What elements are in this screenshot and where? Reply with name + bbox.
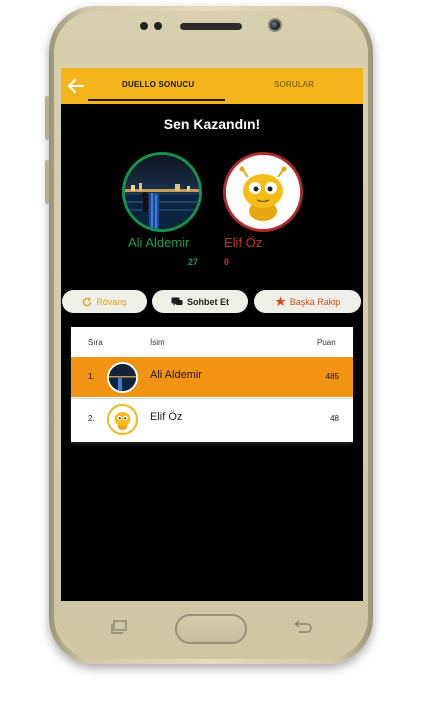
- tab-duello-sonucu[interactable]: DUELLO SONUCU: [122, 80, 194, 89]
- earpiece-speaker: [180, 23, 242, 30]
- baska-rakip-button[interactable]: Başka Rakip: [254, 290, 361, 313]
- row-score: 48: [330, 414, 339, 423]
- sohbet-label: Sohbet Et: [187, 296, 229, 307]
- player1-avatar[interactable]: [122, 152, 202, 232]
- row-avatar: [107, 362, 138, 393]
- row-rank: 2.: [88, 414, 95, 423]
- arrow-left-icon[interactable]: [65, 75, 87, 97]
- player1-score: 27: [188, 257, 199, 267]
- app-screen: DUELLO SONUCU SORULAR Sen Kazandın! Ali …: [61, 68, 363, 601]
- row-avatar: [107, 404, 138, 435]
- player2-score: 0: [224, 257, 230, 267]
- top-tab-bar: DUELLO SONUCU SORULAR: [61, 68, 363, 104]
- proximity-sensor: [140, 22, 148, 30]
- star-icon: [275, 296, 286, 307]
- result-title: Sen Kazandın!: [163, 116, 261, 132]
- row-player-name: Ali Aldemir: [150, 369, 202, 381]
- recent-apps-icon[interactable]: [110, 620, 128, 634]
- table-row[interactable]: 1. Ali Aldemir 485: [71, 357, 353, 397]
- player2-avatar[interactable]: [223, 152, 303, 232]
- row-score: 485: [325, 372, 339, 381]
- revans-button[interactable]: Rövanş: [62, 290, 147, 313]
- table-row[interactable]: 2. Elif Öz 48: [71, 399, 353, 439]
- leaderboard-table: Sıra İsim Puan 1. Ali Aldemir 485 2. Eli…: [71, 327, 353, 442]
- home-button[interactable]: [175, 614, 247, 644]
- light-sensor: [154, 22, 162, 30]
- volume-down-button: [45, 160, 49, 204]
- sohbet-button[interactable]: Sohbet Et: [152, 290, 248, 313]
- baska-rakip-label: Başka Rakip: [289, 296, 341, 307]
- tab-sorular[interactable]: SORULAR: [274, 80, 314, 89]
- player1-name: Ali Aldemir: [128, 235, 190, 250]
- player2-name: Elif Öz: [224, 235, 263, 250]
- chat-icon: [171, 297, 183, 307]
- front-camera: [268, 18, 282, 32]
- row-rank: 1.: [88, 372, 95, 381]
- back-icon[interactable]: [292, 620, 314, 634]
- column-header-score: Puan: [317, 338, 336, 347]
- row-player-name: Elif Öz: [150, 411, 183, 423]
- active-tab-indicator: [88, 99, 225, 101]
- revans-label: Rövanş: [96, 296, 127, 307]
- refresh-icon: [82, 296, 92, 307]
- volume-up-button: [45, 96, 49, 140]
- column-header-rank: Sıra: [88, 338, 103, 347]
- column-header-name: İsim: [150, 338, 165, 347]
